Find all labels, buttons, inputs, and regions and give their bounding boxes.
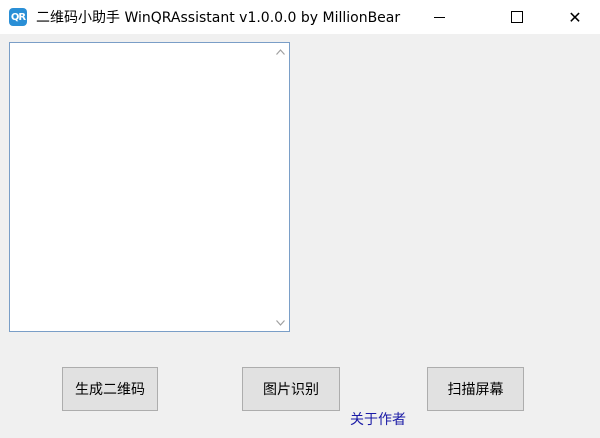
app-window: QR 二维码小助手 WinQRAssistant v1.0.0.0 by Mil… [0, 0, 600, 438]
scroll-up-icon[interactable] [272, 43, 289, 60]
minimize-button[interactable] [416, 0, 462, 34]
minimize-icon [433, 16, 445, 18]
about-author-link[interactable]: 关于作者 [350, 410, 406, 430]
text-input-area[interactable] [9, 42, 290, 332]
title-bar[interactable]: QR 二维码小助手 WinQRAssistant v1.0.0.0 by Mil… [0, 0, 600, 34]
text-input[interactable] [10, 43, 270, 331]
window-title: 二维码小助手 WinQRAssistant v1.0.0.0 by Millio… [36, 10, 401, 26]
maximize-icon [511, 11, 523, 23]
scroll-down-icon[interactable] [272, 314, 289, 331]
vertical-scrollbar[interactable] [272, 43, 289, 331]
scan-screen-button[interactable]: 扫描屏幕 [427, 367, 524, 411]
maximize-button[interactable] [494, 0, 540, 34]
image-recognition-button[interactable]: 图片识别 [242, 367, 340, 411]
qr-app-icon: QR [9, 8, 27, 26]
close-icon: ✕ [568, 7, 582, 27]
close-button[interactable]: ✕ [552, 0, 598, 34]
generate-qr-button[interactable]: 生成二维码 [62, 367, 158, 411]
